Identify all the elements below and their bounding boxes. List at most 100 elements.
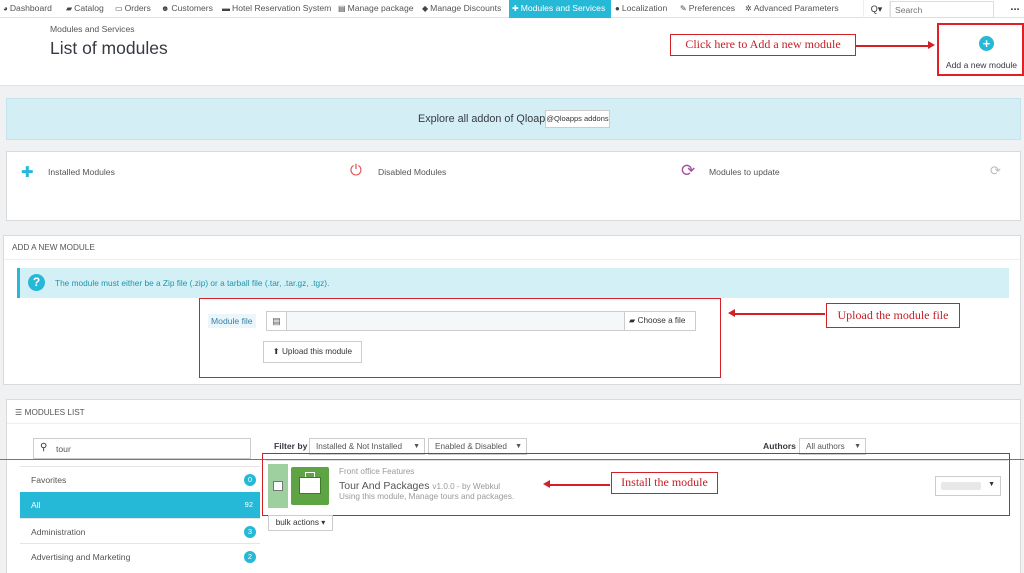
kpi-modules-to-update[interactable]: Modules to update: [709, 167, 780, 177]
chevron-down-icon: ▼: [515, 443, 522, 450]
search-icon: ⚲: [40, 442, 48, 453]
search-input[interactable]: [890, 1, 994, 18]
annotation-arrow-head: [543, 480, 550, 488]
dashboard-icon: ◕: [3, 4, 8, 13]
bed-icon: ▬: [222, 4, 230, 13]
category-label: Favorites: [31, 475, 67, 485]
chevron-down-icon: ▼: [413, 443, 420, 450]
info-alert: ? The module must either be a Zip file (…: [17, 268, 1009, 298]
nav-label: Hotel Reservation System: [232, 3, 332, 13]
category-label: Advertising and Marketing: [31, 552, 131, 562]
nav-label: Manage package: [347, 3, 414, 13]
choose-file-button[interactable]: ▰ Choose a file: [624, 312, 695, 330]
nav-label: Localization: [621, 3, 668, 13]
list-icon: ☰: [15, 408, 25, 417]
addons-banner: Explore all addon of Qloapps @Qloapps ad…: [6, 98, 1021, 140]
panel-heading-label: Modules list: [24, 408, 85, 417]
category-label: Administration: [31, 527, 86, 537]
module-search-input[interactable]: ⚲ tour: [33, 438, 251, 459]
category-favorites[interactable]: Favorites 0: [20, 466, 260, 492]
panel-heading: Add a new module: [4, 236, 1020, 260]
package-icon: ▤: [338, 4, 346, 13]
puzzle-icon: ✚: [21, 164, 34, 181]
nav-modules-services[interactable]: ✚ Modules and Services: [509, 0, 611, 18]
info-text: The module must either be a Zip file (.z…: [55, 278, 330, 288]
nav-label: Customers: [171, 3, 213, 13]
nav-localization[interactable]: ● Localization: [612, 0, 667, 18]
top-navigation: ◕ Dashboard ▰ Catalog ▭ Orders ☻ Customers ▬…: [0, 0, 1024, 18]
nav-label: Catalog: [74, 3, 104, 13]
kpi-installed-modules[interactable]: Installed Modules: [48, 167, 115, 177]
upload-highlight-box: [199, 298, 721, 378]
cogs-icon: ✲: [745, 4, 752, 13]
chevron-down-icon: ▼: [854, 443, 861, 450]
refresh-kpi-icon[interactable]: ⟳: [990, 163, 1001, 179]
authors-label: Authors: [763, 441, 796, 451]
annotation-arrow-head: [728, 309, 735, 317]
upload-label: Upload this module: [282, 347, 353, 356]
tag-icon: ◆: [422, 4, 429, 13]
category-label: All: [31, 500, 41, 510]
annotation-arrow: [856, 45, 928, 47]
category-all[interactable]: All 92: [20, 492, 260, 518]
orders-icon: ▭: [115, 4, 123, 13]
category-count: 2: [244, 551, 256, 563]
nav-orders[interactable]: ▭ Orders: [112, 0, 151, 18]
kpi-disabled-modules[interactable]: Disabled Modules: [378, 167, 446, 177]
page-title: List of modules: [50, 38, 168, 58]
annotation-upload: Upload the module file: [826, 303, 960, 328]
file-icon: ▤: [267, 312, 287, 330]
folder-icon: ▰: [629, 316, 638, 325]
puzzle-icon: ✚: [512, 4, 519, 13]
nav-label: Advanced Parameters: [753, 3, 839, 13]
nav-dashboard[interactable]: ◕ Dashboard: [0, 0, 52, 18]
category-count: 0: [244, 474, 256, 486]
banner-text: Explore all addon of Qloapps: [418, 113, 557, 125]
annotation-arrow-head: [928, 41, 935, 49]
breadcrumb[interactable]: Modules and Services: [50, 24, 135, 34]
upload-module-button[interactable]: ⬆ Upload this module: [263, 341, 362, 363]
annotation-add-module: Click here to Add a new module: [670, 34, 856, 56]
more-menu-icon[interactable]: ...: [1006, 0, 1024, 18]
nav-advanced-parameters[interactable]: ✲ Advanced Parameters: [742, 0, 839, 18]
add-new-module-label: Add a new module: [945, 60, 1018, 70]
select-value: Enabled & Disabled: [435, 442, 507, 451]
nav-label: Preferences: [688, 3, 736, 13]
category-advertising-marketing[interactable]: Advertising and Marketing 2: [20, 543, 260, 569]
question-circle-icon: ?: [28, 274, 45, 291]
customers-icon: ☻: [161, 4, 170, 13]
module-file-input[interactable]: ▤ ▰ Choose a file: [266, 311, 696, 331]
select-value: Installed & Not Installed: [316, 442, 403, 451]
wrench-icon: ✎: [680, 4, 687, 13]
nav-catalog[interactable]: ▰ Catalog: [63, 0, 104, 18]
module-kpi-panel: ✚ Installed Modules ⏻ Disabled Modules ⟳…: [6, 151, 1021, 221]
filter-by-label: Filter by: [274, 441, 308, 451]
module-file-label: Module file: [208, 314, 256, 328]
annotation-arrow: [550, 484, 610, 486]
category-administration[interactable]: Administration 3: [20, 518, 260, 544]
page-header: Modules and Services List of modules + A…: [0, 18, 1024, 86]
category-count: 3: [244, 526, 256, 538]
plus-circle-icon: +: [979, 36, 994, 51]
nav-customers[interactable]: ☻ Customers: [158, 0, 213, 18]
nav-hotel-reservation[interactable]: ▬ Hotel Reservation System: [219, 0, 331, 18]
nav-preferences[interactable]: ✎ Preferences: [677, 0, 735, 18]
nav-label: Dashboard: [9, 3, 52, 13]
search-type-toggle[interactable]: Q▾: [863, 0, 890, 18]
choose-file-label: Choose a file: [637, 316, 686, 325]
add-new-module-button[interactable]: + Add a new module: [937, 23, 1024, 76]
refresh-icon: ⟳: [681, 161, 696, 180]
nav-label: Manage Discounts: [430, 3, 502, 13]
module-search-value: tour: [56, 444, 71, 454]
upload-icon: ⬆: [272, 347, 283, 356]
bulk-actions-button[interactable]: bulk actions ▾: [268, 515, 333, 531]
power-icon: ⏻: [350, 162, 362, 179]
annotation-install: Install the module: [611, 472, 718, 494]
nav-manage-discounts[interactable]: ◆ Manage Discounts: [419, 0, 501, 18]
panel-heading: ☰ Modules list: [7, 400, 1020, 424]
annotation-arrow: [735, 313, 825, 315]
nav-label: Orders: [124, 3, 151, 13]
nav-manage-package[interactable]: ▤ Manage package: [335, 0, 414, 18]
globe-icon: ●: [615, 4, 620, 13]
qloapps-addons-button[interactable]: @Qloapps addons: [545, 110, 610, 128]
